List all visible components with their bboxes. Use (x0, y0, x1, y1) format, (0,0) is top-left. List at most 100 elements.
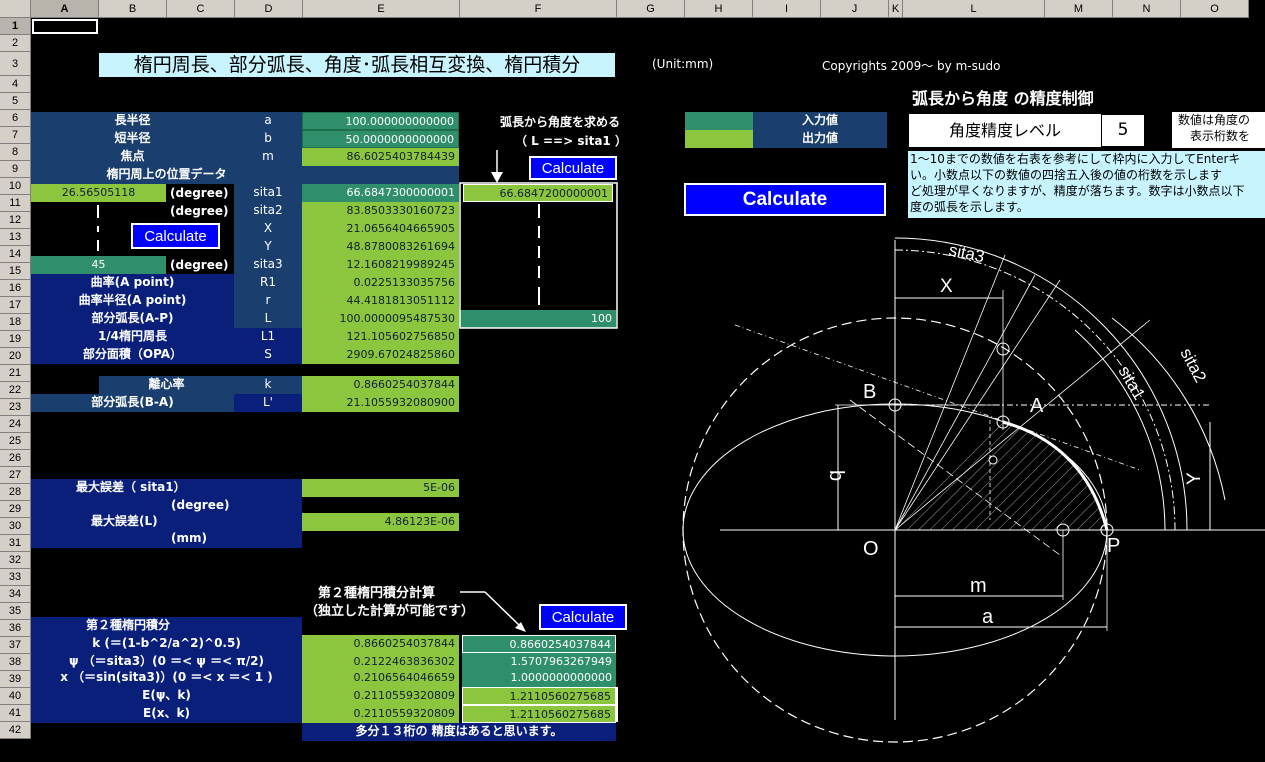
row-header[interactable]: 4 (0, 76, 31, 93)
row-header[interactable]: 36 (0, 620, 31, 637)
row-header[interactable]: 31 (0, 535, 31, 552)
row-header[interactable]: 13 (0, 229, 31, 246)
row-header[interactable]: 18 (0, 314, 31, 331)
precision-label: 角度精度レベル (909, 114, 1101, 147)
label-b-point: B (863, 381, 876, 403)
row-header[interactable]: 19 (0, 331, 31, 348)
row-header[interactable]: 38 (0, 654, 31, 671)
row-header[interactable]: 22 (0, 382, 31, 399)
e2-input-k[interactable]: 0.8660254037844 (462, 635, 616, 653)
row-header[interactable]: 32 (0, 552, 31, 569)
column-header[interactable]: K (889, 0, 903, 18)
label-quarter-perimeter: 1/4楕円周長 (31, 328, 234, 346)
row-header[interactable]: 12 (0, 212, 31, 229)
row-header[interactable]: 2 (0, 35, 31, 52)
row-header[interactable]: 39 (0, 671, 31, 688)
column-header[interactable]: F (460, 0, 617, 18)
param-input-b[interactable]: 50.0000000000000 (302, 130, 459, 148)
row-header[interactable]: 42 (0, 722, 31, 739)
row-header[interactable]: 34 (0, 586, 31, 603)
label-max-error-sita1: 最大誤差（ sita1） (31, 479, 302, 497)
row-header[interactable]: 26 (0, 450, 31, 467)
row-header[interactable]: 41 (0, 705, 31, 722)
row-header[interactable]: 14 (0, 246, 31, 263)
row-header[interactable]: 30 (0, 518, 31, 535)
value-y: 48.8780083261694 (302, 238, 459, 256)
row-header[interactable]: 9 (0, 161, 31, 178)
row-header[interactable]: 23 (0, 399, 31, 416)
value-l1: 121.105602756850 (302, 328, 459, 346)
page-title: 楕円周長、部分弧長、角度･弧長相互変換、楕円積分 (99, 53, 615, 77)
row-header[interactable]: 25 (0, 433, 31, 450)
row-header[interactable]: 37 (0, 637, 31, 654)
value-l-prime: 21.1055932080900 (302, 394, 459, 412)
row-header[interactable]: 1 (0, 18, 31, 35)
active-cell-a1[interactable] (31, 18, 99, 35)
e2-input-x[interactable]: 1.0000000000000 (462, 669, 616, 687)
label-max-error-l: 最大誤差(L) (31, 513, 302, 531)
column-header[interactable]: H (685, 0, 753, 18)
degree-unit: (degree) (170, 258, 229, 272)
row-header[interactable]: 5 (0, 93, 31, 110)
calculate-button-main[interactable]: Calculate (684, 183, 886, 216)
row-header[interactable]: 7 (0, 127, 31, 144)
row-header[interactable]: 16 (0, 280, 31, 297)
e2-value-e-psi: 0.2110559320809 (302, 687, 459, 705)
param-input-a[interactable]: 100.000000000000 (302, 112, 459, 130)
column-header[interactable]: C (167, 0, 235, 18)
column-header[interactable]: O (1181, 0, 1249, 18)
row-header[interactable]: 11 (0, 195, 31, 212)
row-header[interactable]: 29 (0, 501, 31, 518)
position-header: 楕円周上の位置データ (31, 166, 302, 184)
row-header[interactable]: 10 (0, 178, 31, 195)
row-header[interactable]: 8 (0, 144, 31, 161)
arc-to-angle-title: 弧長から角度を求める (500, 115, 621, 129)
column-header[interactable]: N (1113, 0, 1181, 18)
row-header[interactable]: 40 (0, 688, 31, 705)
row-header[interactable]: 21 (0, 365, 31, 382)
row-header[interactable]: 6 (0, 110, 31, 127)
value-r: 44.4181813051112 (302, 292, 459, 310)
column-header[interactable]: D (235, 0, 303, 18)
calculate-button-e2[interactable]: Calculate (539, 604, 627, 630)
sym-sita2: sita2 (234, 202, 302, 220)
row-header[interactable]: 33 (0, 569, 31, 586)
row-header[interactable]: 24 (0, 416, 31, 433)
column-header[interactable]: M (1045, 0, 1113, 18)
e2-output-e-psi: 1.2110560275685 (462, 687, 616, 705)
label-partial-arc-ba: 部分弧長(B-A) (31, 394, 234, 412)
select-all-corner[interactable] (0, 0, 31, 18)
precision-description: 1～10までの数値を右表を参考にして枠内に入力してEnterキ い。小数点以下の… (908, 151, 1265, 218)
label-y: Y (1184, 472, 1205, 485)
column-header[interactable]: J (821, 0, 889, 18)
e2-value-e-x: 0.2110559320809 (302, 705, 459, 723)
e2-note-title: 第２種楕円積分計算 (318, 586, 436, 601)
sita3-angle-input[interactable]: 45 (31, 256, 166, 274)
row-header[interactable]: 17 (0, 297, 31, 314)
sita1-angle-input[interactable]: 26.56505118 (31, 184, 166, 202)
row-header[interactable]: 3 (0, 52, 31, 76)
column-header[interactable]: A (31, 0, 99, 18)
e2-label-k: k (＝(1-b^2/a^2)^0.5) (31, 635, 302, 653)
e2-label-e-psi: E(ψ、k) (31, 687, 302, 705)
column-header[interactable]: G (617, 0, 685, 18)
row-header[interactable]: 20 (0, 348, 31, 365)
precision-note-line: 表示桁数を (1190, 129, 1251, 143)
sym-k: k (234, 376, 302, 394)
calculate-button-angle[interactable]: Calculate (131, 223, 220, 249)
column-header[interactable]: L (903, 0, 1045, 18)
row-header[interactable]: 28 (0, 484, 31, 501)
sym-l1: L1 (234, 328, 302, 346)
label-p-point: P (1107, 535, 1120, 557)
row-header[interactable]: 35 (0, 603, 31, 620)
row-header[interactable]: 27 (0, 467, 31, 484)
arc-length-input[interactable]: 100 (459, 310, 616, 328)
column-header[interactable]: E (303, 0, 460, 18)
value-sita1: 66.6847300000001 (302, 184, 459, 202)
row-header[interactable]: 15 (0, 263, 31, 280)
column-header[interactable]: I (753, 0, 821, 18)
precision-level-input[interactable]: 5 (1101, 114, 1145, 147)
column-header[interactable]: B (99, 0, 167, 18)
e2-note-sub: （独立した計算が可能です） (305, 604, 475, 619)
calculate-button-arc[interactable]: Calculate (529, 156, 617, 180)
